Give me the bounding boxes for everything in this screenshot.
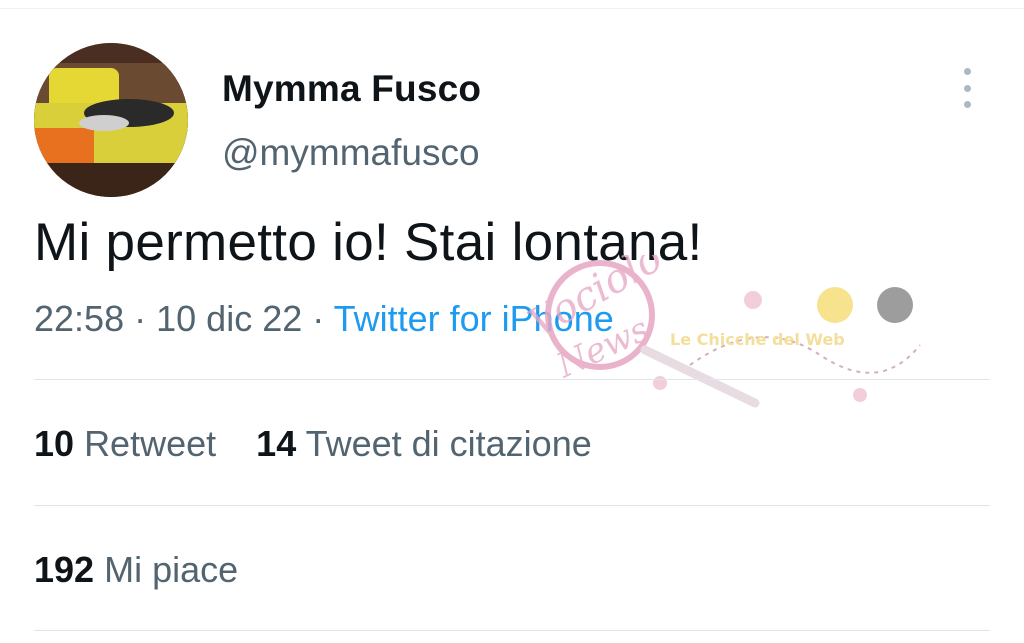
divider [34,630,990,631]
likes-stat[interactable]: 192 Mi piace [34,549,238,590]
paw-icon [744,291,762,309]
retweets-stat[interactable]: 10 Retweet [34,423,226,464]
magnifier-handle [640,345,760,408]
tweet-text: Mi permetto io! Stai lontana! [34,213,703,272]
meta-separator: · [312,298,325,339]
quotes-label: Tweet di citazione [305,423,592,464]
retweets-count: 10 [34,423,75,464]
more-vertical-icon[interactable] [956,68,978,108]
tweet-source-link[interactable]: Twitter for iPhone [334,298,614,339]
likes-count: 192 [34,549,95,590]
display-name[interactable]: Mymma Fusco [222,68,481,110]
meta-separator: · [134,298,147,339]
dot [963,68,971,75]
tweet-date[interactable]: 10 dic 22 [156,298,302,339]
top-divider [0,8,1024,9]
divider [34,505,990,506]
dot [963,84,971,92]
quotes-stat[interactable]: 14 Tweet di citazione [256,423,592,464]
watermark-banner-text: Le Chicche del Web [670,330,845,349]
dotted-trail [689,336,921,374]
likes-label: Mi piace [104,549,239,590]
avatar[interactable] [34,43,188,197]
avatar-image [34,43,188,197]
tweet-meta: 22:58 · 10 dic 22 · Twitter for iPhone [34,298,614,340]
likes-row: 192 Mi piace [34,549,238,591]
tweet-time[interactable]: 22:58 [34,298,124,339]
cartoon-face [817,287,853,323]
paw-icon [853,388,867,402]
user-handle[interactable]: @mymmafusco [222,132,480,174]
retweets-label: Retweet [84,423,217,464]
quotes-count: 14 [256,423,297,464]
divider [34,379,990,380]
stats-row: 10 Retweet 14 Tweet di citazione [34,423,592,465]
dot [963,101,971,108]
cartoon-face [877,287,913,323]
